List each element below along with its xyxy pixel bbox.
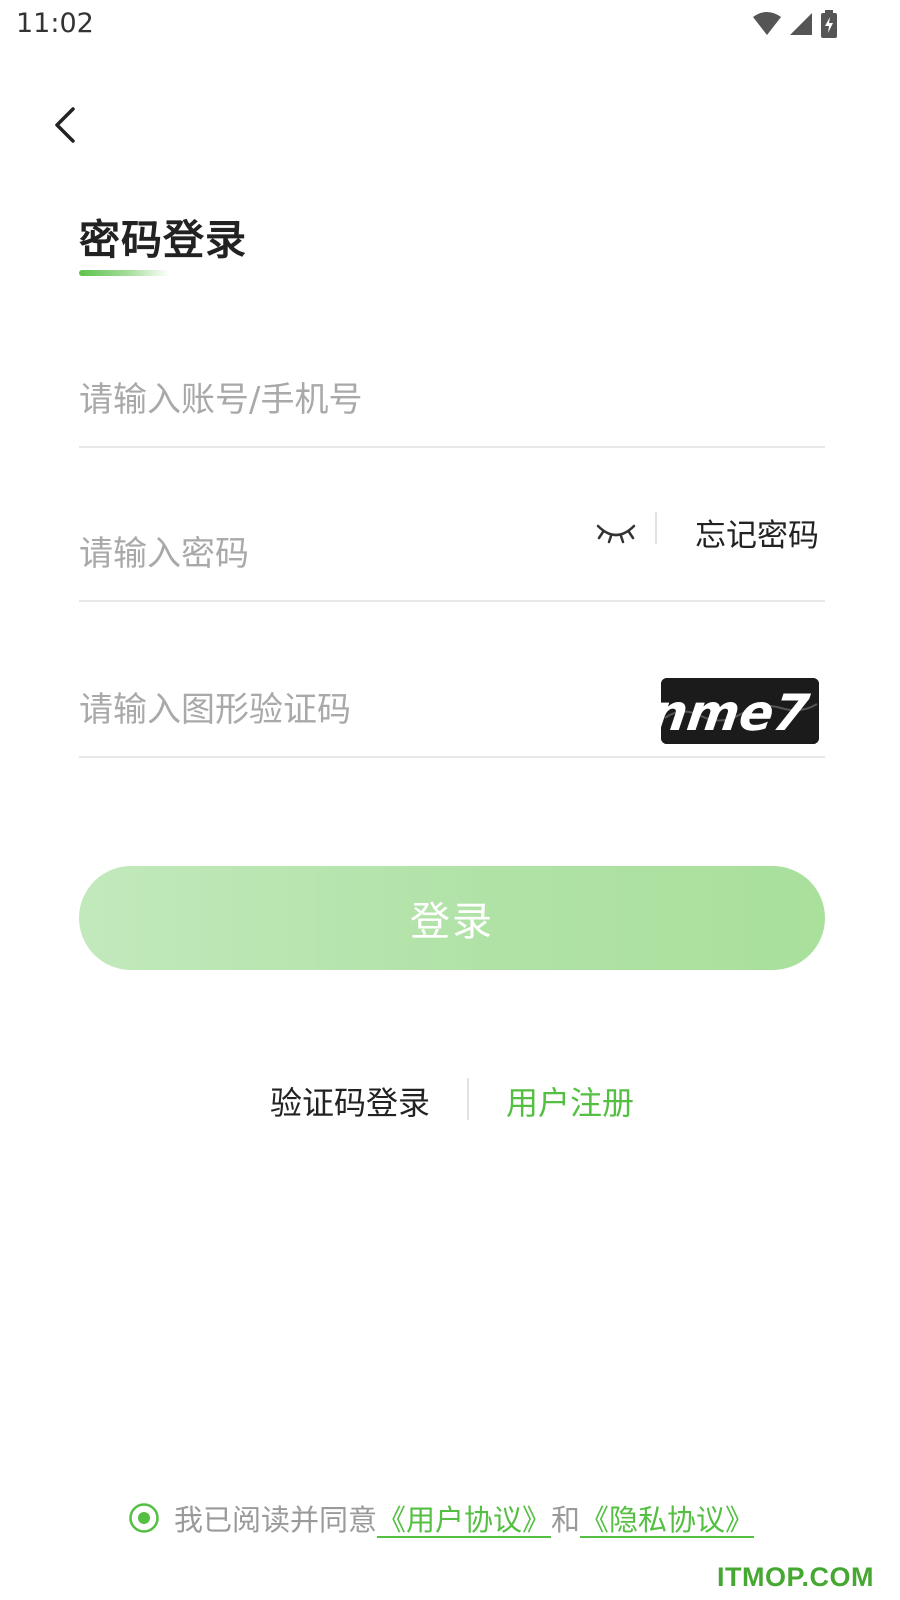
- account-field: [79, 336, 825, 448]
- eye-closed-icon[interactable]: [595, 518, 637, 548]
- watermark: ITMOP.COM: [716, 1562, 874, 1592]
- chevron-left-icon: [55, 107, 75, 143]
- forgot-password-link[interactable]: 忘记密码: [695, 510, 819, 555]
- status-time: 11:02: [16, 8, 94, 39]
- title-underline: [79, 270, 169, 276]
- captcha-graphic: nme7: [661, 678, 819, 744]
- user-agreement-link[interactable]: 《用户协议》: [377, 1497, 551, 1539]
- login-button[interactable]: 登录: [79, 866, 825, 970]
- register-link[interactable]: 用户注册: [506, 1078, 634, 1124]
- captcha-text: nme7: [661, 683, 813, 742]
- captcha-image[interactable]: nme7: [661, 678, 819, 744]
- password-field: 忘记密码: [79, 490, 825, 602]
- privacy-agreement-link[interactable]: 《隐私协议》: [580, 1497, 754, 1539]
- captcha-field: nme7: [79, 646, 825, 758]
- password-divider: [655, 512, 657, 544]
- wifi-icon: [753, 12, 781, 35]
- account-input[interactable]: [79, 376, 559, 424]
- alt-links-divider: [467, 1078, 469, 1120]
- back-button[interactable]: [40, 95, 90, 155]
- agreement: 我已阅读并同意 《用户协议》 和 《隐私协议》: [128, 1496, 754, 1540]
- page-title: 密码登录: [79, 216, 247, 264]
- agreement-conjunction: 和: [551, 1503, 581, 1537]
- status-icons: [752, 10, 838, 38]
- agreement-prefix: 我已阅读并同意: [174, 1503, 378, 1537]
- signal-icon: [790, 13, 812, 35]
- sms-login-link[interactable]: 验证码登录: [270, 1078, 430, 1124]
- status-bar: 11:02: [0, 0, 900, 50]
- battery-charging-icon: [821, 10, 837, 38]
- alt-links: 验证码登录 用户注册: [0, 1078, 900, 1122]
- agree-radio-icon[interactable]: [128, 1502, 160, 1534]
- password-input[interactable]: [79, 530, 559, 578]
- captcha-input[interactable]: [79, 686, 559, 734]
